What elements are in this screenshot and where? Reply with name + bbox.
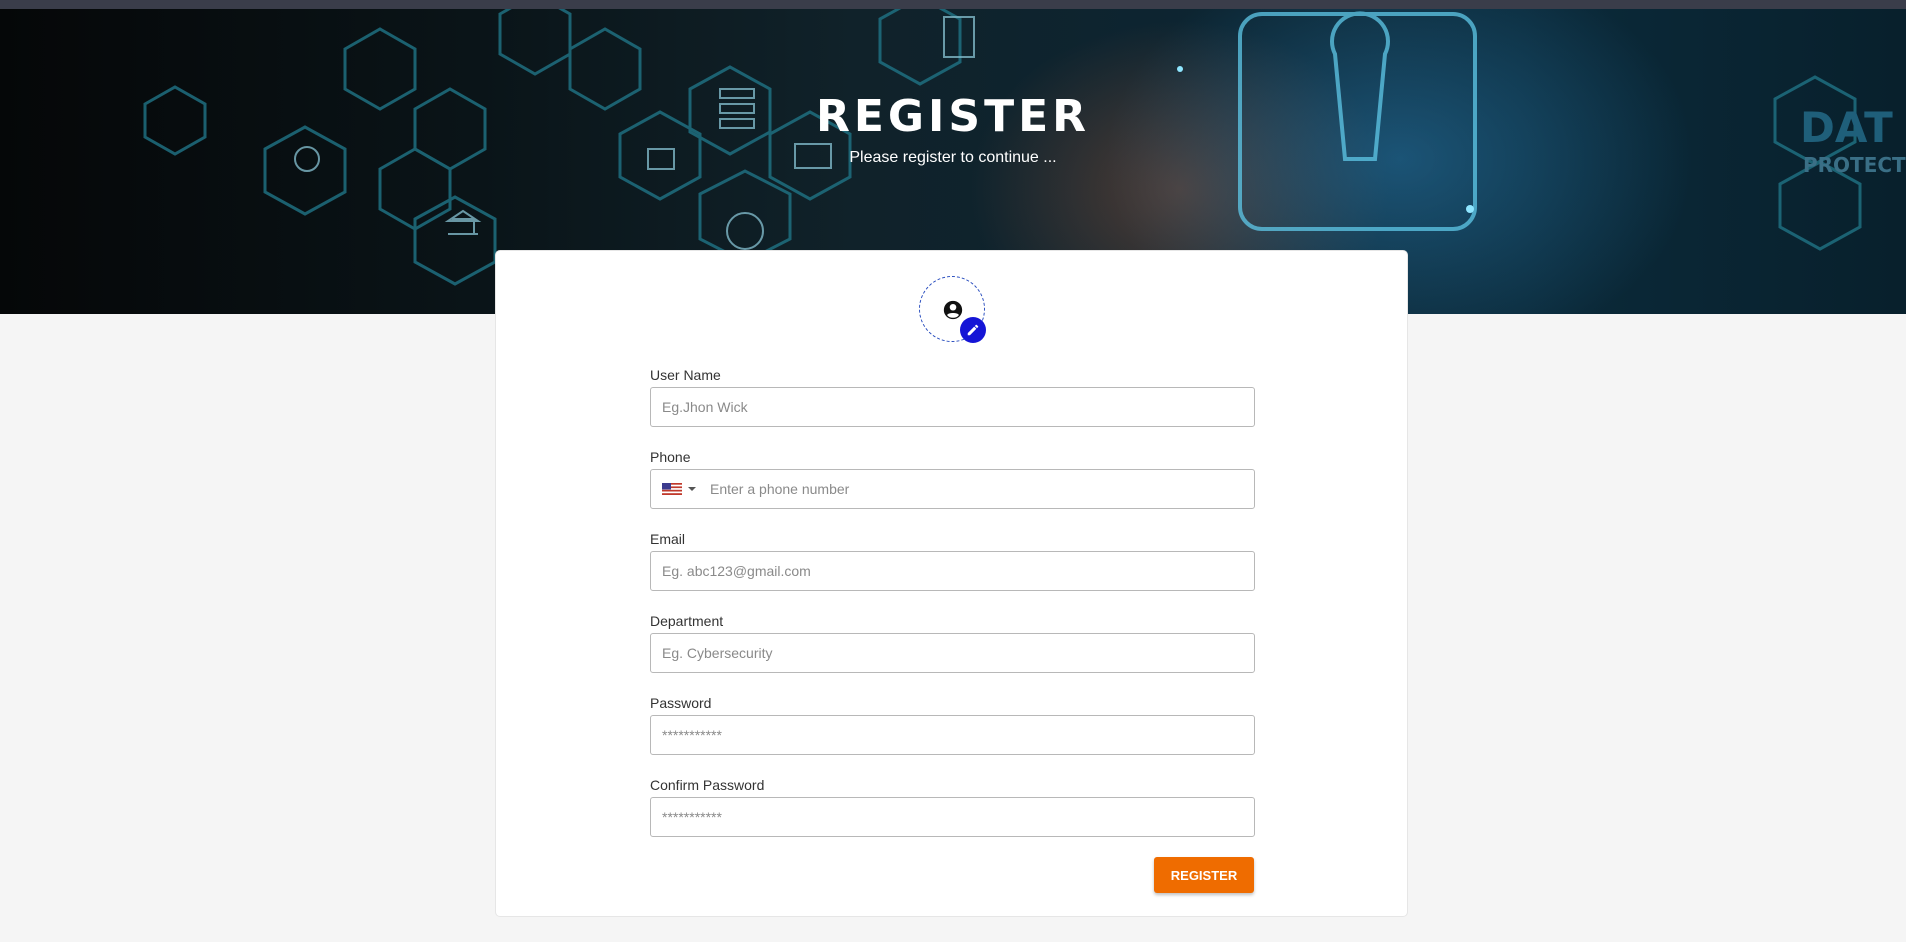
register-button[interactable]: REGISTER [1154, 857, 1254, 893]
username-field-group: User Name [650, 367, 1255, 427]
confirm-password-field-group: Confirm Password [650, 777, 1255, 837]
password-box [650, 715, 1255, 755]
register-card: User Name Phone Email [495, 250, 1408, 917]
phone-label: Phone [650, 449, 691, 465]
edit-avatar-button[interactable] [960, 317, 986, 343]
page-subtitle: Please register to continue ... [849, 149, 1057, 166]
country-code-select[interactable] [662, 483, 696, 495]
username-box [650, 387, 1255, 427]
password-label: Password [650, 695, 712, 711]
password-input[interactable] [662, 716, 1254, 754]
password-field-group: Password [650, 695, 1255, 755]
confirm-password-input[interactable] [662, 798, 1254, 836]
department-input[interactable] [662, 634, 1254, 672]
account-circle-icon [943, 300, 963, 320]
phone-field-group: Phone [650, 449, 1255, 509]
email-box [650, 551, 1255, 591]
confirm-password-box [650, 797, 1255, 837]
email-label: Email [650, 531, 686, 547]
email-input[interactable] [662, 552, 1254, 590]
department-box [650, 633, 1255, 673]
department-field-group: Department [650, 613, 1255, 673]
email-field-group: Email [650, 531, 1255, 591]
page-title: REGISTER [815, 91, 1091, 142]
department-label: Department [650, 613, 724, 629]
chevron-down-icon [688, 487, 696, 491]
phone-box [650, 469, 1255, 509]
pencil-icon [967, 324, 979, 336]
confirm-password-label: Confirm Password [650, 777, 765, 793]
username-label: User Name [650, 367, 721, 383]
phone-input[interactable] [710, 470, 1254, 508]
username-input[interactable] [662, 388, 1254, 426]
us-flag-icon [662, 483, 682, 495]
avatar-upload[interactable] [919, 276, 986, 343]
browser-top-bar [0, 0, 1906, 9]
